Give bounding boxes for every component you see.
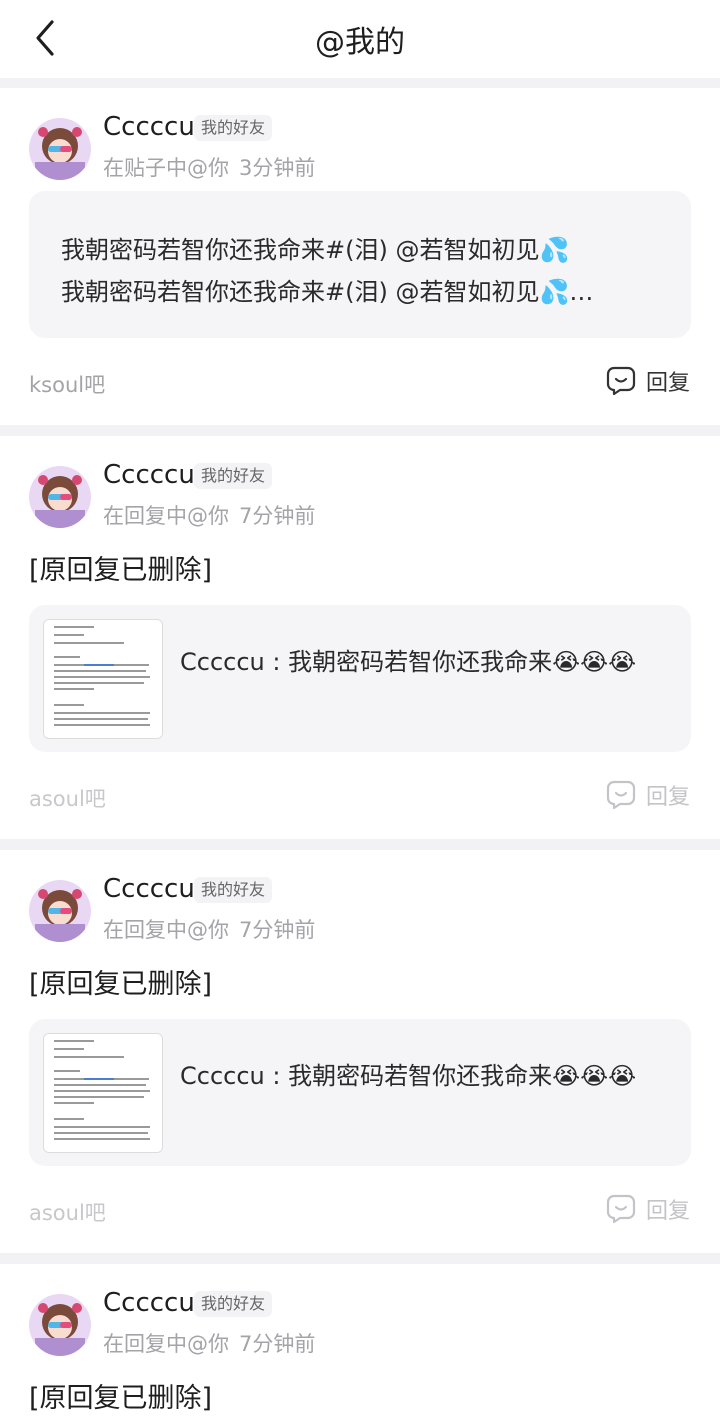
deleted-reply-text: [原回复已删除]: [29, 555, 213, 586]
thumbnail-image: [43, 1033, 163, 1153]
notification-card[interactable]: Cccccu 我的好友 在回复中@你 7分钟前 [原回复已删除]: [0, 436, 720, 839]
reply-snippet: Cccccu : 我朝密码若智你还我命来😭😭😭: [180, 1062, 637, 1090]
avatar[interactable]: [29, 118, 91, 180]
notification-card[interactable]: Cccccu 我的好友 在贴子中@你 3分钟前 我朝密码若智你还我命来#(泪) @…: [0, 88, 720, 425]
deleted-reply-text: [原回复已删除]: [29, 1383, 213, 1414]
reply-label: 回复: [646, 785, 691, 810]
meta-line: 在回复中@你 7分钟前: [103, 914, 315, 944]
forum-link[interactable]: ksoul吧: [29, 369, 105, 399]
comment-bubble-icon: [606, 366, 636, 396]
timestamp: 3分钟前: [239, 156, 316, 180]
quoted-reply[interactable]: Cccccu : 我朝密码若智你还我命来😭😭😭: [29, 605, 691, 752]
friend-badge: 我的好友: [194, 877, 273, 903]
reply-label: 回复: [646, 371, 691, 396]
page-title: @我的: [315, 25, 405, 60]
deleted-reply-text: [原回复已删除]: [29, 969, 213, 1000]
meta-line: 在回复中@你 7分钟前: [103, 500, 315, 530]
avatar[interactable]: [29, 1294, 91, 1356]
avatar[interactable]: [29, 466, 91, 528]
username[interactable]: Cccccu: [103, 460, 195, 490]
meta-line: 在贴子中@你 3分钟前: [103, 152, 315, 182]
quoted-reply[interactable]: Cccccu : 我朝密码若智你还我命来😭😭😭: [29, 1019, 691, 1166]
username[interactable]: Cccccu: [103, 112, 195, 142]
friend-badge: 我的好友: [194, 1291, 273, 1317]
timestamp: 7分钟前: [239, 504, 316, 528]
thumbnail-image: [43, 619, 163, 739]
forum-link[interactable]: asoul吧: [29, 783, 106, 813]
comment-bubble-icon: [606, 780, 636, 810]
forum-link[interactable]: asoul吧: [29, 1197, 106, 1227]
meta-line: 在回复中@你 7分钟前: [103, 1328, 315, 1358]
friend-badge: 我的好友: [194, 463, 273, 489]
mention-context: 在回复中@你: [103, 504, 229, 528]
friend-badge: 我的好友: [194, 115, 273, 141]
mention-context: 在回复中@你: [103, 1332, 229, 1356]
username[interactable]: Cccccu: [103, 1288, 195, 1318]
timestamp: 7分钟前: [239, 918, 316, 942]
top-bar: @我的: [0, 0, 720, 78]
notification-card[interactable]: Cccccu 我的好友 在回复中@你 7分钟前 [原回复已删除]: [0, 1264, 720, 1428]
comment-bubble-icon: [606, 1194, 636, 1224]
mention-context: 在回复中@你: [103, 918, 229, 942]
quoted-post[interactable]: 我朝密码若智你还我命来#(泪) @若智如初见💦 我朝密码若智你还我命来#(泪) …: [29, 191, 691, 338]
username[interactable]: Cccccu: [103, 874, 195, 904]
avatar[interactable]: [29, 880, 91, 942]
quoted-text: 我朝密码若智你还我命来#(泪) @若智如初见💦 我朝密码若智你还我命来#(泪) …: [61, 236, 594, 306]
mention-context: 在贴子中@你: [103, 156, 229, 180]
notification-card[interactable]: Cccccu 我的好友 在回复中@你 7分钟前 [原回复已删除]: [0, 850, 720, 1253]
timestamp: 7分钟前: [239, 1332, 316, 1356]
reply-label: 回复: [646, 1199, 691, 1224]
reply-snippet: Cccccu : 我朝密码若智你还我命来😭😭😭: [180, 648, 637, 676]
